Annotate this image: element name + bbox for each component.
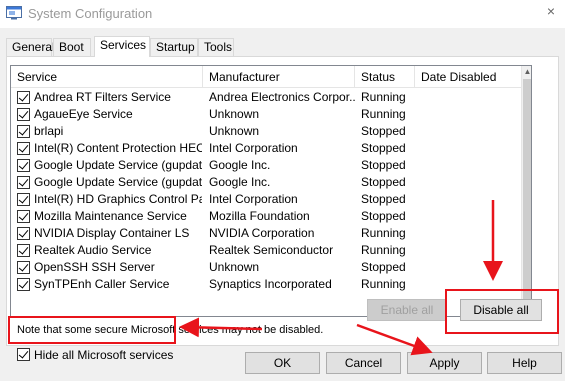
table-row[interactable]: Intel(R) HD Graphics Control Pa... Intel … [11, 191, 521, 208]
service-checkbox[interactable] [17, 142, 30, 155]
help-button[interactable]: Help [487, 352, 562, 374]
service-status: Running [361, 107, 406, 121]
service-checkbox[interactable] [17, 193, 30, 206]
service-manufacturer: Andrea Electronics Corpor... [209, 90, 355, 104]
service-status: Stopped [361, 192, 406, 206]
service-status: Running [361, 243, 406, 257]
service-checkbox[interactable] [17, 176, 30, 189]
annotation-box-hide-ms [8, 316, 176, 344]
column-header-row: Service Manufacturer Status Date Disable… [11, 66, 521, 88]
enable-all-button[interactable]: Enable all [367, 299, 447, 321]
service-status: Stopped [361, 124, 406, 138]
annotation-box-disable-all [445, 289, 559, 334]
column-header-service[interactable]: Service [11, 66, 203, 88]
tab-services[interactable]: Services [94, 36, 150, 57]
service-checkbox[interactable] [17, 91, 30, 104]
service-status: Stopped [361, 158, 406, 172]
column-header-date-disabled[interactable]: Date Disabled [415, 66, 521, 88]
apply-button[interactable]: Apply [407, 352, 482, 374]
service-manufacturer: Realtek Semiconductor [209, 243, 334, 257]
service-status: Stopped [361, 260, 406, 274]
service-checkbox[interactable] [17, 108, 30, 121]
service-name: OpenSSH SSH Server [34, 260, 155, 274]
ok-button[interactable]: OK [245, 352, 320, 374]
window-title: System Configuration [28, 6, 153, 21]
service-status: Stopped [361, 141, 406, 155]
service-status: Running [361, 277, 406, 291]
service-manufacturer: Mozilla Foundation [209, 209, 310, 223]
service-manufacturer: Google Inc. [209, 175, 271, 189]
tab-general[interactable]: General [6, 38, 55, 56]
table-row[interactable]: Mozilla Maintenance Service Mozilla Found… [11, 208, 521, 225]
title-bar: System Configuration × [0, 0, 565, 28]
service-checkbox[interactable] [17, 227, 30, 240]
service-name: Mozilla Maintenance Service [34, 209, 187, 223]
checkbox-checked-icon[interactable] [17, 348, 30, 361]
tab-boot[interactable]: Boot [53, 38, 91, 56]
table-row[interactable]: brlapi Unknown Stopped [11, 123, 521, 140]
hide-ms-services-label: Hide all Microsoft services [34, 348, 174, 362]
table-row[interactable]: Realtek Audio Service Realtek Semiconduct… [11, 242, 521, 259]
service-checkbox[interactable] [17, 278, 30, 291]
column-header-manufacturer[interactable]: Manufacturer [203, 66, 355, 88]
service-name: Andrea RT Filters Service [34, 90, 171, 104]
service-name: Intel(R) HD Graphics Control Pa... [34, 192, 202, 206]
service-checkbox[interactable] [17, 125, 30, 138]
service-manufacturer: Unknown [209, 124, 260, 138]
close-icon[interactable]: × [544, 4, 558, 18]
service-name: SynTPEnh Caller Service [34, 277, 170, 291]
service-checkbox[interactable] [17, 210, 30, 223]
service-manufacturer: Intel Corporation [209, 192, 298, 206]
tab-tools[interactable]: Tools [198, 38, 234, 56]
service-manufacturer: Google Inc. [209, 158, 271, 172]
table-row[interactable]: AgaueEye Service Unknown Running [11, 106, 521, 123]
table-row[interactable]: Andrea RT Filters Service Andrea Electron… [11, 89, 521, 106]
service-name: AgaueEye Service [34, 107, 133, 121]
msconfig-window-icon [6, 6, 22, 20]
service-checkbox[interactable] [17, 244, 30, 257]
cancel-button[interactable]: Cancel [326, 352, 401, 374]
table-row[interactable]: NVIDIA Display Container LS NVIDIA Corpor… [11, 225, 521, 242]
vertical-scrollbar[interactable]: ▲ ▼ [521, 66, 531, 316]
service-status: Stopped [361, 175, 406, 189]
service-name: Google Update Service (gupdatem) [34, 175, 202, 189]
service-checkbox[interactable] [17, 159, 30, 172]
service-manufacturer: Unknown [209, 107, 260, 121]
service-manufacturer: Unknown [209, 260, 260, 274]
table-row[interactable]: Google Update Service (gupdatem) Google I… [11, 174, 521, 191]
service-name: brlapi [34, 124, 64, 138]
service-checkbox[interactable] [17, 261, 30, 274]
service-name: Intel(R) Content Protection HEC... [34, 141, 202, 155]
service-rows: Andrea RT Filters Service Andrea Electron… [11, 89, 521, 293]
service-manufacturer: Synaptics Incorporated [209, 277, 332, 291]
service-status: Running [361, 90, 406, 104]
tab-startup[interactable]: Startup [150, 38, 198, 56]
service-name: Google Update Service (gupdate) [34, 158, 202, 172]
services-list[interactable]: Service Manufacturer Status Date Disable… [10, 65, 532, 317]
service-manufacturer: Intel Corporation [209, 141, 298, 155]
table-row[interactable]: OpenSSH SSH Server Unknown Stopped [11, 259, 521, 276]
service-status: Running [361, 226, 406, 240]
scroll-thumb[interactable] [523, 79, 531, 299]
scroll-up-icon[interactable]: ▲ [522, 66, 531, 77]
table-row[interactable]: Google Update Service (gupdate) Google In… [11, 157, 521, 174]
service-name: NVIDIA Display Container LS [34, 226, 190, 240]
service-name: Realtek Audio Service [34, 243, 152, 257]
service-manufacturer: NVIDIA Corporation [209, 226, 315, 240]
column-header-status[interactable]: Status [355, 66, 415, 88]
service-status: Stopped [361, 209, 406, 223]
table-row[interactable]: Intel(R) Content Protection HEC... Intel … [11, 140, 521, 157]
